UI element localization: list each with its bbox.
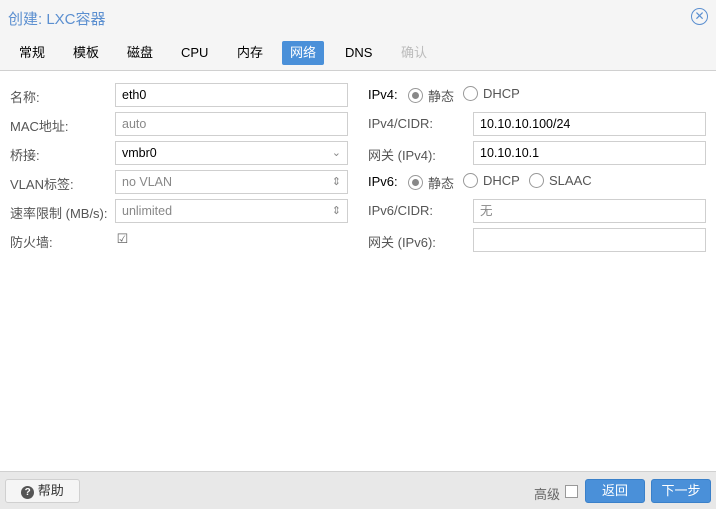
ipv6-slaac-radio[interactable]: SLAAC [529, 173, 592, 188]
next-button[interactable]: 下一步 [651, 479, 711, 503]
tab-template[interactable]: 模板 [65, 41, 107, 65]
rate-spinner[interactable]: unlimited ⇕ [115, 199, 348, 223]
ipv4-label: IPv4: [368, 87, 398, 102]
help-button[interactable]: ? 帮助 [5, 479, 80, 503]
chevron-down-icon: ⌄ [331, 147, 341, 159]
ipv6cidr-input[interactable]: 无 [473, 199, 706, 223]
gw6-input[interactable] [473, 228, 706, 252]
firewall-label: 防火墙: [10, 235, 53, 250]
spinner-icon[interactable]: ⇕ [332, 200, 341, 222]
ipv6-dhcp-radio[interactable]: DHCP [463, 173, 520, 188]
ipv6-static-radio[interactable]: 静态 [408, 173, 454, 192]
bridge-select[interactable]: vmbr0 ⌄ [115, 141, 348, 165]
name-label: 名称: [10, 90, 40, 105]
ipv4cidr-label: IPv4/CIDR: [368, 116, 434, 131]
firewall-checkbox[interactable]: ☑ [116, 232, 129, 246]
tab-network[interactable]: 网络 [282, 41, 325, 65]
gw4-label: 网关 (IPv4): [368, 148, 436, 163]
tab-cpu[interactable]: CPU [173, 41, 216, 65]
mac-label: MAC地址: [10, 119, 69, 134]
dialog-footer: ? 帮助 高级 返回 下一步 [0, 471, 716, 509]
spinner-icon[interactable]: ⇕ [332, 171, 341, 193]
ipv4cidr-input[interactable]: 10.10.10.100/24 [473, 112, 706, 136]
back-button[interactable]: 返回 [585, 479, 645, 503]
advanced-label: 高级 [534, 487, 561, 502]
close-icon[interactable]: ✕ [691, 8, 708, 25]
mac-input[interactable]: auto [115, 112, 348, 136]
ipv4-dhcp-radio[interactable]: DHCP [463, 86, 520, 101]
rate-value: unlimited [122, 204, 173, 218]
tab-dns[interactable]: DNS [337, 41, 380, 65]
bridge-value: vmbr0 [122, 146, 157, 160]
dialog-title: 创建: LXC容器 [8, 11, 106, 28]
vlan-value: no VLAN [122, 175, 173, 189]
vlan-label: VLAN标签: [10, 177, 74, 192]
tab-confirm: 确认 [401, 45, 428, 60]
ipv6cidr-label: IPv6/CIDR: [368, 203, 434, 218]
tab-disk[interactable]: 磁盘 [119, 41, 161, 65]
bridge-label: 桥接: [10, 148, 40, 163]
gw4-input[interactable]: 10.10.10.1 [473, 141, 706, 165]
advanced-checkbox[interactable] [565, 485, 578, 498]
rate-label: 速率限制 (MB/s): [10, 206, 108, 221]
gw6-label: 网关 (IPv6): [368, 235, 436, 250]
help-icon: ? [21, 486, 35, 499]
tab-general[interactable]: 常规 [11, 41, 53, 65]
tab-memory[interactable]: 内存 [229, 41, 271, 65]
ipv6-label: IPv6: [368, 174, 398, 189]
name-input[interactable]: eth0 [115, 83, 348, 107]
ipv4-static-radio[interactable]: 静态 [408, 86, 454, 105]
vlan-spinner[interactable]: no VLAN ⇕ [115, 170, 348, 194]
dialog-header: 创建: LXC容器 ✕ 常规 模板 磁盘 CPU 内存 网络 DNS 确认 [0, 0, 716, 71]
